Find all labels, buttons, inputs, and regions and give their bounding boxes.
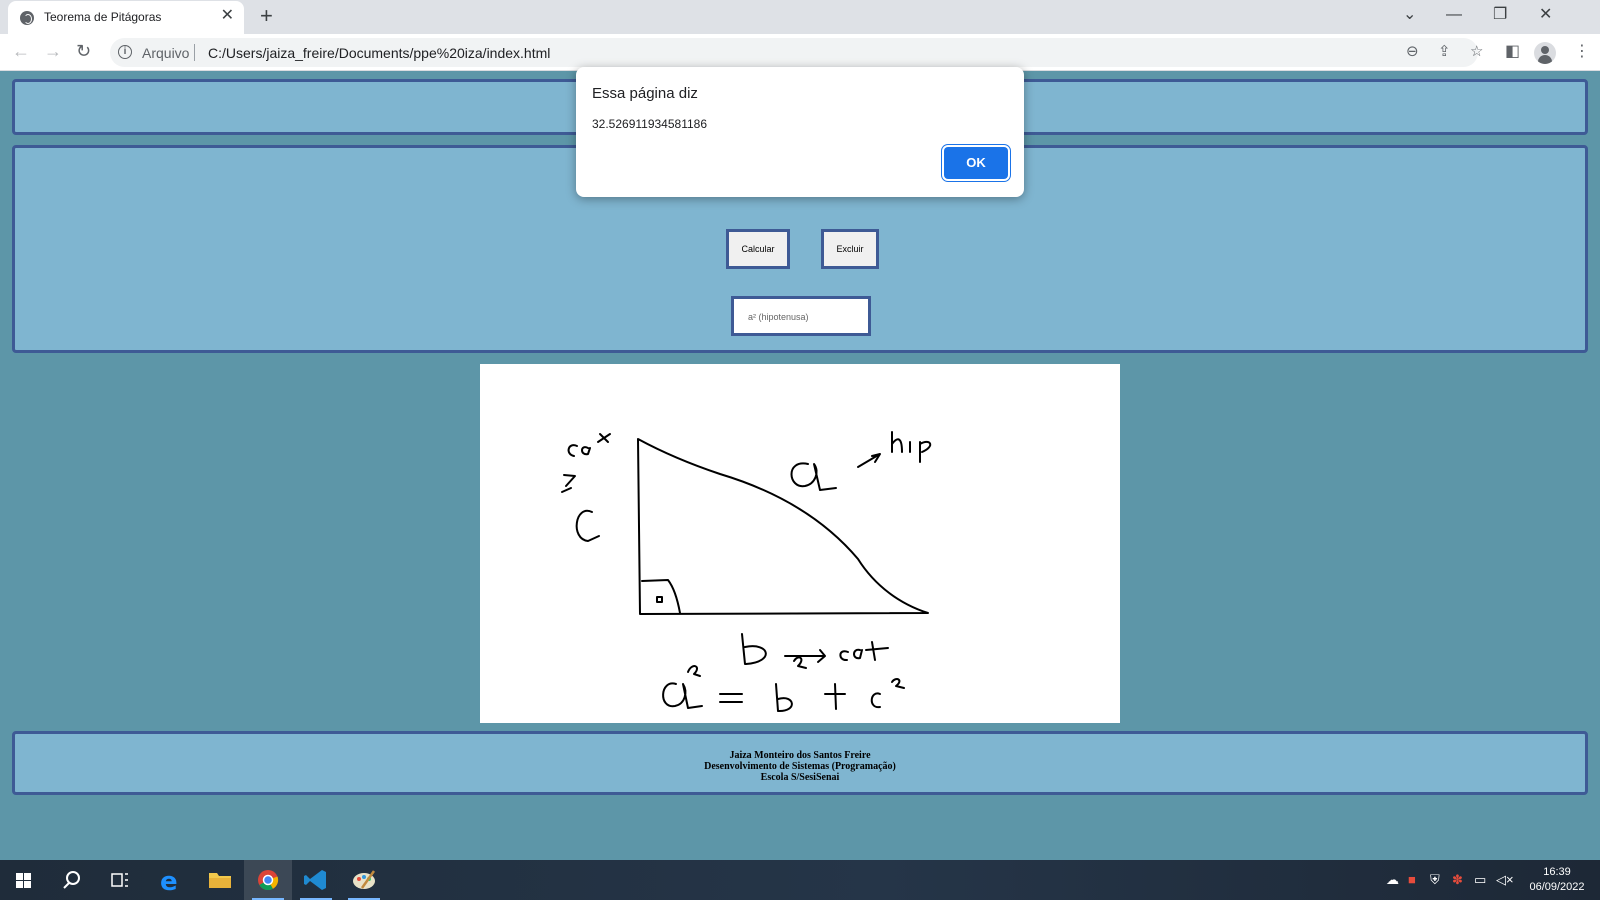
footer-credits: Jaiza Monteiro dos Santos Freire Desenvo… [15, 750, 1585, 783]
clock-date: 06/09/2022 [1529, 881, 1585, 893]
star-icon[interactable]: ☆ [1470, 43, 1483, 61]
network-drive-icon[interactable]: ☁ [1386, 872, 1399, 888]
people-icon[interactable]: ✽ [1452, 872, 1463, 888]
close-window-button[interactable]: ✕ [1539, 5, 1552, 25]
address-bar[interactable]: i Arquivo C:/Users/jaiza_freire/Document… [110, 38, 1483, 67]
hypotenuse-result-field[interactable]: a² (hipotenusa) [731, 296, 871, 336]
scheme-label: Arquivo [142, 45, 190, 61]
alert-dialog: Essa página diz 32.526911934581186 OK [576, 67, 1024, 197]
windows-start-icon[interactable] [0, 860, 48, 900]
edge-icon[interactable]: e [148, 860, 196, 900]
triangle-drawing [480, 364, 1120, 723]
zoom-out-icon[interactable]: ⊖ [1406, 43, 1419, 61]
paint-icon[interactable] [340, 860, 388, 900]
footer-panel: Jaiza Monteiro dos Santos Freire Desenvo… [12, 731, 1588, 795]
share-icon[interactable]: ⇪ [1438, 43, 1451, 61]
ok-button[interactable]: OK [944, 147, 1008, 179]
system-clock[interactable]: 16:39 06/09/2022 [1522, 865, 1592, 895]
reload-button[interactable]: ↻ [76, 40, 91, 62]
back-button[interactable]: ← [12, 40, 30, 62]
office-icon[interactable]: ■ [1408, 872, 1416, 888]
address-separator [194, 44, 195, 61]
restore-button[interactable]: ❐ [1493, 5, 1507, 25]
footer-course: Desenvolvimento de Sistemas (Programação… [704, 761, 896, 772]
info-icon[interactable]: i [118, 45, 132, 59]
network-icon[interactable]: ▭ [1474, 872, 1486, 888]
new-tab-button[interactable]: + [260, 4, 273, 28]
task-view-icon[interactable] [96, 860, 144, 900]
footer-author: Jaiza Monteiro dos Santos Freire [729, 750, 871, 761]
browser-tab[interactable]: Teorema de Pitágoras ✕ [8, 1, 244, 34]
close-tab-icon[interactable]: ✕ [221, 8, 234, 24]
volume-muted-icon[interactable]: ◁× [1496, 872, 1514, 888]
delete-button[interactable]: Excluir [821, 229, 879, 269]
security-shield-icon[interactable]: ⛨ [1430, 872, 1440, 888]
calculate-button[interactable]: Calcular [726, 229, 790, 269]
windows-taskbar: e ☁ ■ ⛨ ✽ ▭ ◁× 16:39 06/09/2022 [0, 860, 1600, 900]
forward-button[interactable]: → [44, 40, 62, 62]
footer-school: Escola S/SesiSenai [760, 772, 840, 783]
globe-icon [20, 11, 34, 25]
dialog-message: 32.526911934581186 [592, 117, 708, 131]
browser-tab-strip: Teorema de Pitágoras ✕ + ⌄ — ❐ ✕ [0, 0, 1600, 34]
pythagorean-triangle-sketch [561, 431, 932, 713]
side-panel-icon[interactable]: ◧ [1505, 42, 1520, 62]
svg-text:e: e [160, 867, 178, 897]
minimize-button[interactable]: — [1446, 5, 1462, 25]
dialog-title: Essa página diz [592, 85, 698, 102]
vscode-icon[interactable] [292, 860, 340, 900]
clock-time: 16:39 [1543, 866, 1571, 878]
tab-search-icon[interactable]: ⌄ [1403, 5, 1416, 25]
tab-title: Teorema de Pitágoras [44, 10, 162, 24]
menu-icon[interactable]: ⋮ [1574, 42, 1590, 62]
search-icon[interactable] [48, 860, 96, 900]
profile-icon[interactable] [1534, 42, 1556, 64]
chrome-icon[interactable] [244, 860, 292, 900]
file-explorer-icon[interactable] [196, 860, 244, 900]
browser-toolbar: ← → ↻ i Arquivo C:/Users/jaiza_freire/Do… [0, 34, 1600, 71]
url-text[interactable]: C:/Users/jaiza_freire/Documents/ppe%20iz… [208, 45, 550, 61]
